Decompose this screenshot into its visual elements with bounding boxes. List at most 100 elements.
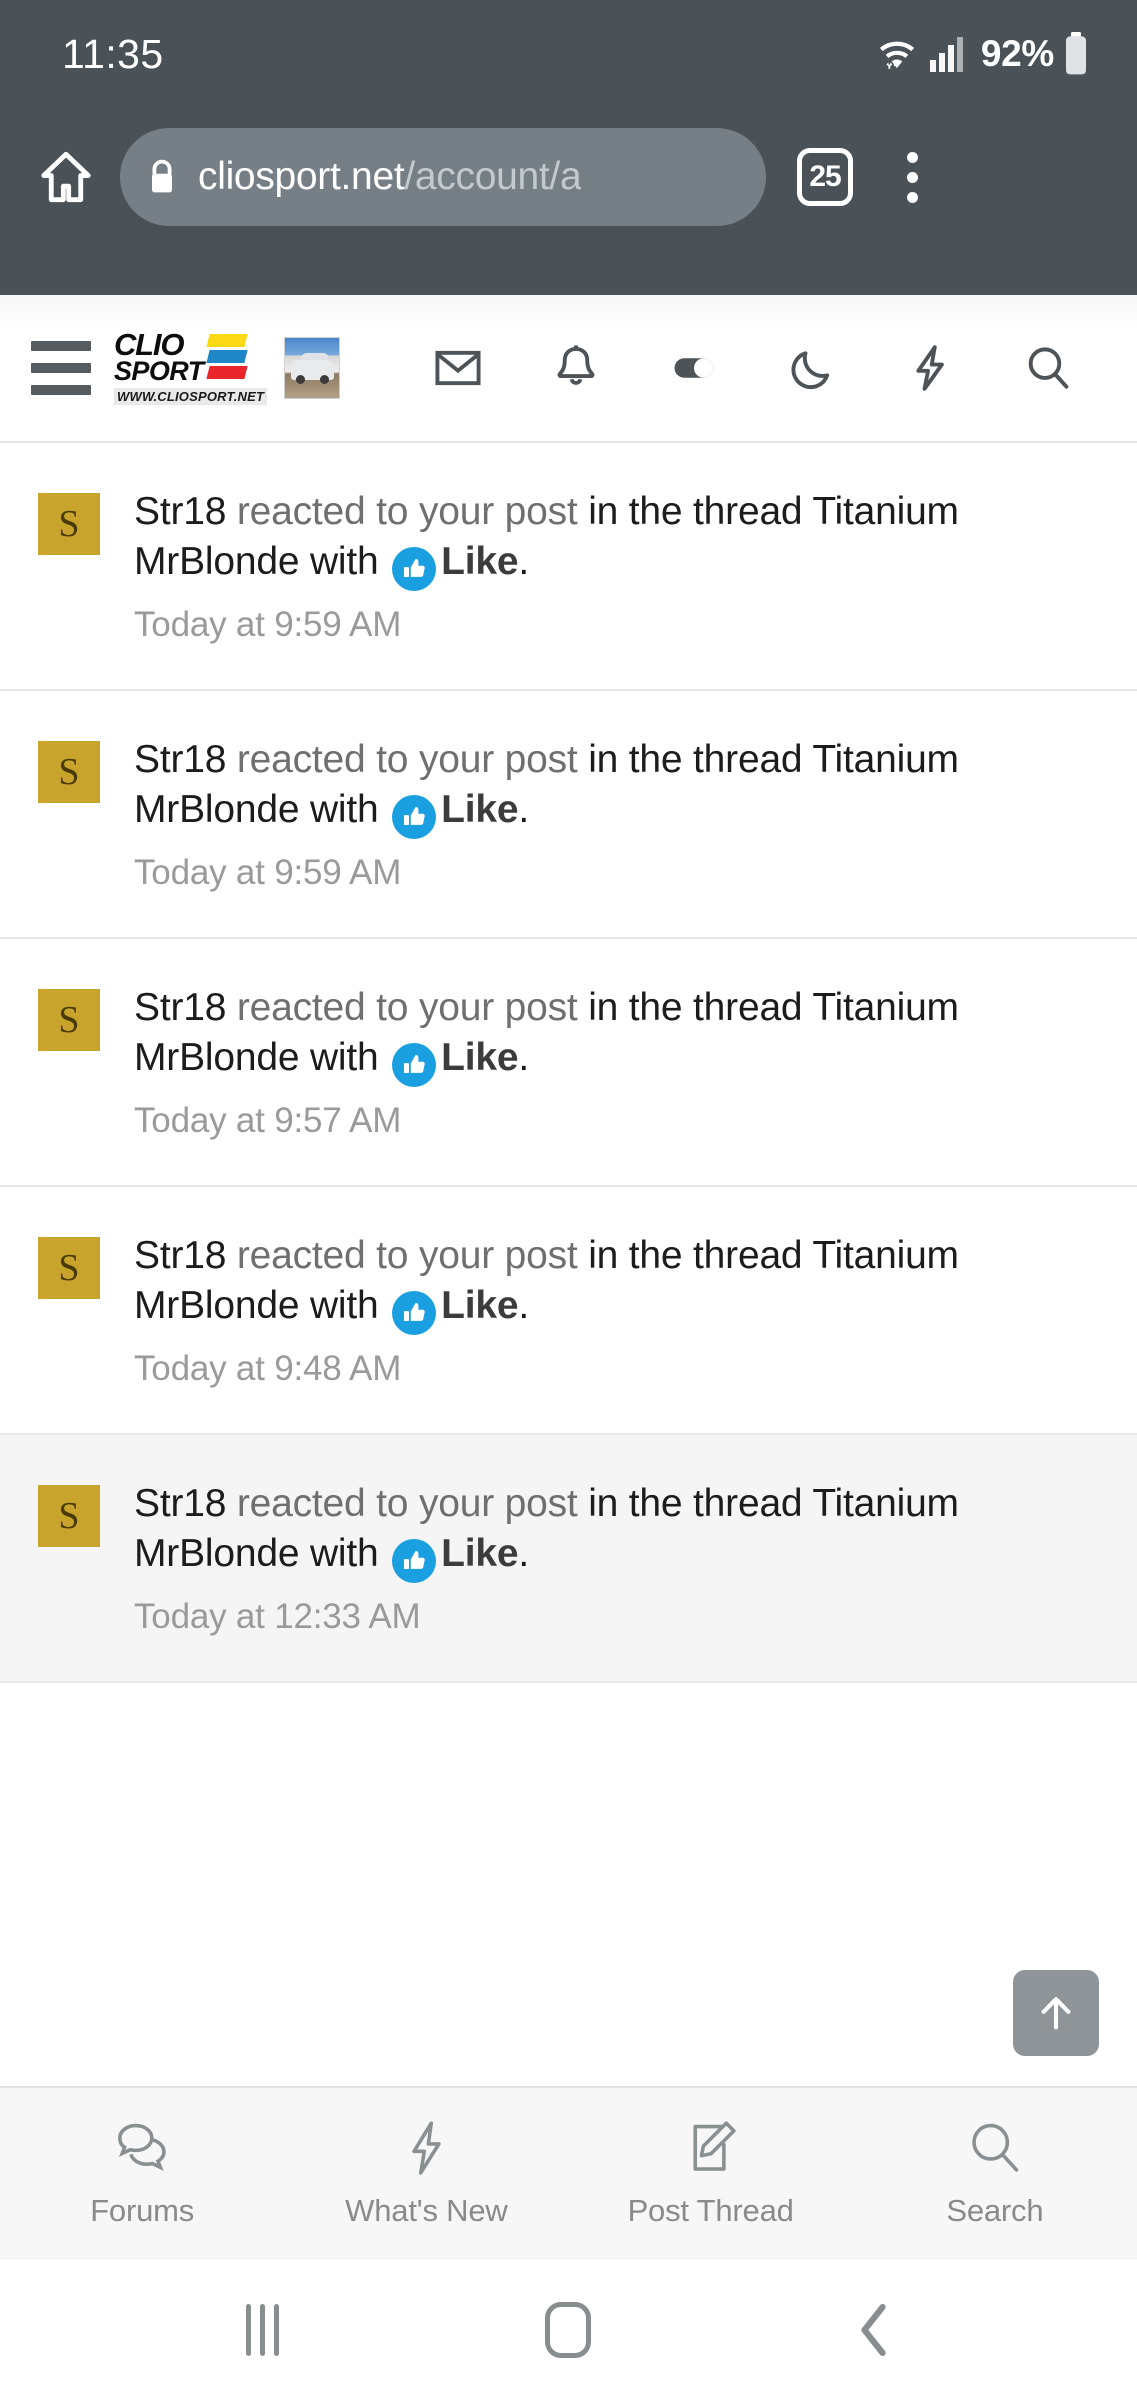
compose-pencil-icon (680, 2117, 742, 2179)
tab-search-label: Search (946, 2193, 1044, 2228)
dark-mode-button[interactable] (753, 320, 871, 416)
overflow-menu-dot (906, 191, 918, 203)
notification-row[interactable]: S Str18 reacted to your post in the threa… (0, 1434, 1137, 1683)
notification-target-link[interactable]: your post (419, 490, 578, 533)
battery-percent-label: 92% (980, 33, 1054, 74)
whats-new-button[interactable] (871, 320, 989, 416)
notification-avatar[interactable]: S (38, 493, 100, 555)
notification-reaction-label: Like (441, 539, 519, 583)
notification-row[interactable]: S Str18 reacted to your post in the threa… (0, 938, 1137, 1187)
logo-stripe-yellow (205, 333, 248, 347)
site-logo[interactable]: CLIO SPORT WWW.CLIOSPORT.NET (114, 326, 268, 406)
notification-timestamp: Today at 9:59 AM (134, 852, 402, 892)
tab-forums[interactable]: Forums (0, 2088, 284, 2258)
alerts-bell-icon (550, 342, 602, 394)
notification-target-link[interactable]: your post (419, 1482, 578, 1525)
arrow-up-icon (1032, 1989, 1080, 2037)
notification-row[interactable]: S Str18 reacted to your post in the threa… (0, 443, 1137, 691)
tab-whats-new[interactable]: What's New (284, 2088, 568, 2258)
inbox-button[interactable] (399, 320, 517, 416)
notification-action: reacted to (226, 1481, 419, 1525)
thumbs-up-icon (392, 1538, 437, 1583)
notification-timestamp: Today at 9:48 AM (134, 1348, 402, 1388)
notification-suffix: . (518, 1035, 530, 1079)
site-header-icons (340, 320, 1107, 416)
logo-stripe-blue (205, 349, 248, 363)
logo-stripes-icon (205, 331, 248, 379)
notification-target-link[interactable]: your post (419, 1234, 578, 1277)
alerts-button[interactable] (517, 320, 635, 416)
avatar-car-wheel (296, 375, 305, 384)
thumbs-up-icon (392, 1042, 437, 1087)
tab-post-thread-label: Post Thread (627, 2193, 794, 2228)
scroll-to-top-button[interactable] (1013, 1970, 1099, 2056)
notification-avatar[interactable]: S (38, 988, 100, 1051)
notification-avatar[interactable]: S (38, 1236, 100, 1299)
tab-search[interactable]: Search (853, 2088, 1137, 2258)
notification-body: Str18 reacted to your post in the thread… (134, 1231, 1099, 1389)
search-button[interactable] (989, 320, 1107, 416)
status-bar-clock: 11:35 (62, 30, 164, 77)
url-domain: cliosport.net (198, 155, 405, 198)
cellular-signal-icon (929, 35, 965, 73)
notification-username[interactable]: Str18 (134, 738, 226, 781)
notification-action: reacted to (226, 985, 419, 1029)
hamburger-menu-bar (31, 363, 91, 373)
whats-new-bolt-icon (904, 342, 956, 394)
android-navigation-bar (0, 2258, 1137, 2400)
notification-username[interactable]: Str18 (134, 490, 226, 533)
avatar-car-wheel (320, 375, 329, 384)
notification-timestamp: Today at 9:57 AM (134, 1100, 402, 1140)
notification-body: Str18 reacted to your post in the thread… (134, 487, 1099, 645)
notification-reaction-label: Like (441, 1531, 519, 1575)
notification-suffix: . (518, 1283, 530, 1327)
tab-counter-box: 25 (797, 148, 853, 206)
back-chevron-icon (850, 2299, 898, 2361)
notification-avatar[interactable]: S (38, 740, 100, 803)
notification-target-link[interactable]: your post (419, 738, 578, 781)
notification-username[interactable]: Str18 (134, 1482, 226, 1525)
recents-bar (274, 2303, 280, 2356)
notification-avatar[interactable]: S (38, 1484, 100, 1547)
notification-timestamp: Today at 9:59 AM (134, 604, 402, 644)
android-recents-button[interactable] (203, 2280, 323, 2380)
notification-reaction-label: Like (441, 1035, 519, 1079)
notification-action: reacted to (226, 490, 419, 533)
home-button[interactable] (18, 129, 114, 225)
android-home-button[interactable] (508, 2280, 628, 2380)
user-avatar-car-photo[interactable] (284, 337, 340, 399)
site-nav-menu-button[interactable] (22, 328, 100, 408)
logo-text-clio: CLIO (114, 326, 184, 362)
notification-row[interactable]: S Str18 reacted to your post in the threa… (0, 1186, 1137, 1435)
recents-icon (246, 2303, 280, 2356)
android-back-button[interactable] (814, 2280, 934, 2380)
notification-timestamp: Today at 12:33 AM (134, 1596, 421, 1636)
notification-text: Str18 reacted to your post in the thread… (134, 487, 1099, 591)
bolt-icon (395, 2117, 457, 2179)
search-icon (964, 2117, 1026, 2179)
address-bar[interactable]: cliosport.net/account/a (120, 128, 766, 226)
notification-row[interactable]: S Str18 reacted to your post in the threa… (0, 690, 1137, 939)
logo-text-sport: SPORT (114, 356, 204, 387)
browser-menu-button[interactable] (870, 132, 954, 222)
notification-target-link[interactable]: your post (419, 986, 578, 1029)
tab-post-thread[interactable]: Post Thread (569, 2088, 853, 2258)
notification-text: Str18 reacted to your post in the thread… (134, 735, 1099, 839)
bottom-tab-bar: Forums What's New Post Thread Search (0, 2086, 1137, 2258)
notification-username[interactable]: Str18 (134, 1234, 226, 1277)
notification-reaction-label: Like (441, 1283, 519, 1327)
contrast-toggle-button[interactable] (635, 320, 753, 416)
notification-suffix: . (518, 539, 530, 583)
site-header: CLIO SPORT WWW.CLIOSPORT.NET (0, 295, 1137, 443)
thumbs-up-icon (392, 1290, 437, 1335)
logo-wordmark: CLIO SPORT (114, 326, 204, 387)
hamburger-menu-icon (31, 341, 91, 351)
notifications-list: S Str18 reacted to your post in the threa… (0, 443, 1137, 2086)
notification-username[interactable]: Str18 (134, 986, 226, 1029)
notification-action: reacted to (226, 1233, 419, 1277)
address-bar-url: cliosport.net/account/a (198, 155, 581, 199)
notification-text: Str18 reacted to your post in the thread… (134, 983, 1099, 1087)
tab-switcher-button[interactable]: 25 (780, 132, 870, 222)
status-bar-indicators: 92% (874, 32, 1089, 76)
battery-icon (1063, 32, 1089, 76)
